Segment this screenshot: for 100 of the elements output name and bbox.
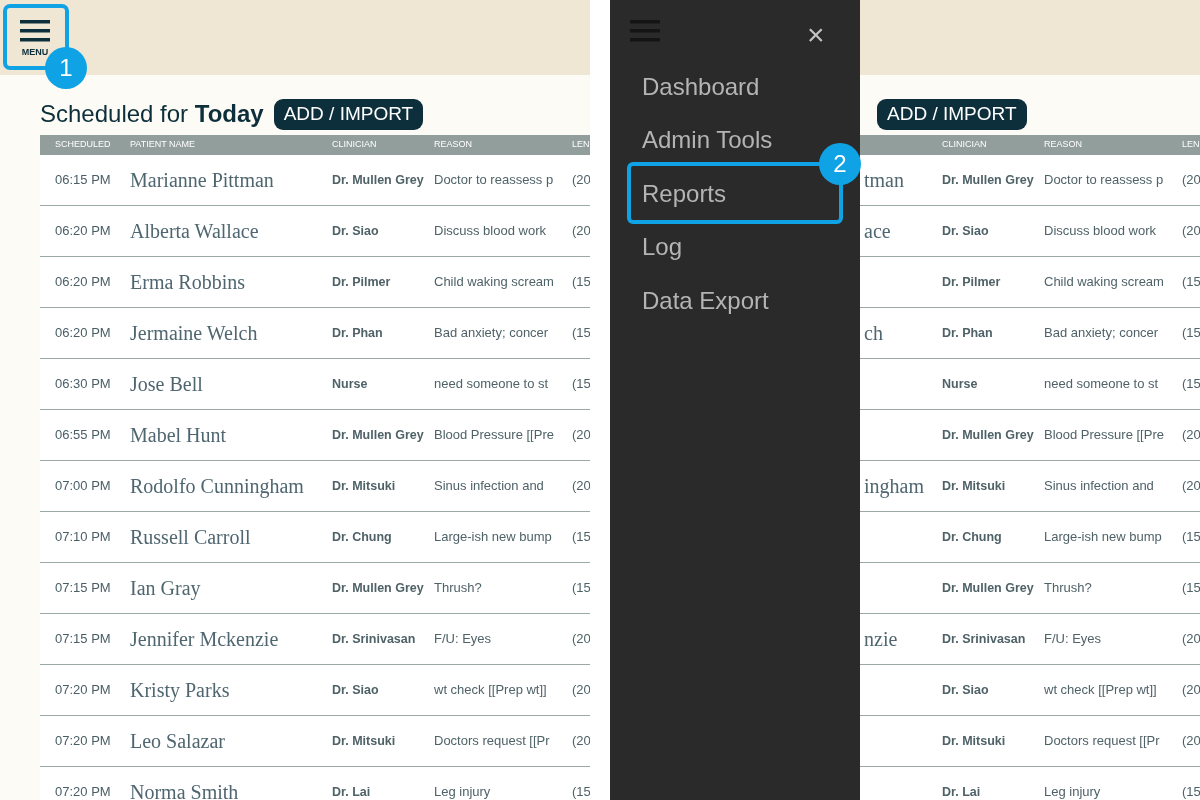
reason-cell-text: Thrush? — [1044, 579, 1093, 598]
patient-name[interactable]: Jose Bell — [130, 369, 332, 399]
step-badge: 2 — [819, 143, 861, 185]
clinician-cell-text: Dr. Mitsuki — [332, 732, 397, 750]
reason-cell-text: need someone to st — [1044, 375, 1160, 394]
patient-name[interactable]: Leo Salazar — [130, 726, 332, 756]
length-cell-text: (15 — [572, 324, 590, 343]
page-title: Scheduled for Today — [40, 99, 264, 129]
length-cell-text: (20 — [1182, 426, 1200, 445]
length-cell-text: (20 — [1182, 630, 1200, 649]
patient-name[interactable]: Jennifer Mckenzie — [130, 624, 332, 654]
clinician-cell-text: Dr. Mullen Grey — [942, 579, 1035, 597]
reason-cell-text: Leg injury — [434, 783, 492, 800]
add-import-button[interactable]: ADD / IMPORT — [877, 98, 1027, 130]
clinician-cell-text: Dr. Mitsuki — [332, 477, 397, 495]
reason-cell-text: Leg injury — [1044, 783, 1102, 800]
clinician-cell-text: Dr. Siao — [942, 681, 990, 699]
menu-item[interactable]: Data Export — [642, 282, 769, 319]
length-cell-text: (15 — [1182, 273, 1200, 292]
patient-name[interactable]: Rodolfo Cunningham — [130, 471, 332, 501]
reason-cell-text: Child waking scream — [434, 273, 555, 292]
length-cell-text: (15 — [1182, 528, 1200, 547]
reason-cell-text: F/U: Eyes — [434, 630, 493, 649]
length-cell-text: (15 — [1182, 579, 1200, 598]
patient-name[interactable]: Ian Gray — [130, 573, 332, 603]
patient-name[interactable]: ingham — [864, 475, 924, 497]
column-header: LEN — [1182, 138, 1200, 152]
clinician-cell-text: Dr. Mullen Grey — [332, 579, 425, 597]
reason-cell-text: Discuss blood work — [1044, 222, 1157, 241]
length-cell-text: (20 — [1182, 681, 1200, 700]
patient-name[interactable]: Erma Robbins — [130, 267, 332, 297]
reason-cell-text: Doctors request [[Pr — [1044, 732, 1161, 751]
time-cell-text: 07:20 PM — [55, 783, 112, 800]
patient-name[interactable]: ch — [864, 322, 883, 344]
menu-item[interactable]: Admin Tools — [642, 122, 773, 159]
patient-name[interactable]: Alberta Wallace — [130, 216, 332, 246]
clinician-cell-text: Dr. Siao — [332, 222, 380, 240]
time-cell-text: 06:20 PM — [55, 324, 112, 343]
clinician-cell-text: Dr. Pilmer — [942, 273, 1002, 291]
length-cell-text: (20 — [572, 630, 590, 649]
patient-name[interactable]: Jermaine Welch — [130, 318, 332, 348]
patient-name[interactable]: Mabel Hunt — [130, 420, 332, 450]
column-header: CLINICIAN — [942, 138, 988, 152]
menu-item[interactable]: Dashboard — [642, 68, 760, 105]
column-header: CLINICIAN — [332, 138, 378, 152]
clinician-cell-text: Dr. Mullen Grey — [942, 426, 1035, 444]
length-cell-text: (15 — [572, 273, 590, 292]
clinician-cell-text: Dr. Srinivasan — [332, 630, 417, 648]
clinician-cell-text: Dr. Mitsuki — [942, 477, 1007, 495]
time-cell-text: 07:10 PM — [55, 528, 112, 547]
menu-icon — [20, 20, 50, 42]
clinician-cell-text: Dr. Siao — [942, 222, 990, 240]
patient-name[interactable]: Kristy Parks — [130, 675, 332, 705]
length-cell-text: (20 — [572, 171, 590, 190]
clinician-cell-text: Dr. Mullen Grey — [942, 171, 1035, 189]
column-header: PATIENT NAME — [130, 138, 196, 152]
reason-cell-text: Doctors request [[Pr — [434, 732, 551, 751]
patient-name[interactable]: Norma Smith — [130, 777, 332, 800]
length-cell-text: (15 — [572, 528, 590, 547]
reason-cell-text: wt check [[Prep wt]] — [1044, 681, 1158, 700]
patient-name[interactable]: nzie — [864, 628, 898, 650]
time-cell-text: 06:30 PM — [55, 375, 112, 394]
clinician-cell-text: Dr. Lai — [942, 783, 982, 800]
clinician-cell-text: Dr. Mullen Grey — [332, 171, 425, 189]
close-button[interactable]: × — [807, 20, 825, 50]
add-import-button[interactable]: ADD / IMPORT — [273, 98, 424, 130]
patient-name[interactable]: ace — [864, 220, 891, 242]
patient-name[interactable]: Marianne Pittman — [130, 165, 332, 195]
length-cell-text: (20 — [1182, 477, 1200, 496]
clinician-cell-text: Nurse — [332, 375, 369, 393]
reason-cell-text: F/U: Eyes — [1044, 630, 1103, 649]
clinician-cell-text: Dr. Siao — [332, 681, 380, 699]
clinician-cell-text: Nurse — [942, 375, 979, 393]
length-cell-text: (15 — [572, 375, 590, 394]
reason-cell-text: Child waking scream — [1044, 273, 1165, 292]
column-header: SCHEDULED — [55, 138, 112, 152]
length-cell-text: (15 — [1182, 324, 1200, 343]
clinician-cell-text: Dr. Phan — [332, 324, 384, 342]
clinician-cell-text: Dr. Lai — [332, 783, 372, 800]
length-cell-text: (15 — [1182, 783, 1200, 800]
length-cell-text: (20 — [572, 681, 590, 700]
length-cell-text: (20 — [572, 732, 590, 751]
clinician-cell-text: Dr. Phan — [942, 324, 994, 342]
length-cell-text: (15 — [572, 579, 590, 598]
clinician-cell-text: Dr. Chung — [942, 528, 1003, 546]
clinician-cell-text: Dr. Mullen Grey — [332, 426, 425, 444]
menu-item[interactable]: Log — [642, 229, 683, 266]
time-cell-text: 06:55 PM — [55, 426, 112, 445]
menu-item[interactable]: Reports — [642, 175, 727, 212]
patient-name[interactable]: tman — [864, 169, 904, 191]
reason-cell-text: Large-ish new bump — [434, 528, 553, 547]
time-cell-text: 07:20 PM — [55, 681, 112, 700]
patient-name[interactable]: Russell Carroll — [130, 522, 332, 552]
reason-cell-text: wt check [[Prep wt]] — [434, 681, 548, 700]
time-cell-text: 06:15 PM — [55, 171, 112, 190]
clinician-cell-text: Dr. Mitsuki — [942, 732, 1007, 750]
length-cell-text: (20 — [1182, 171, 1200, 190]
clinician-cell-text: Dr. Srinivasan — [942, 630, 1027, 648]
length-cell-text: (20 — [1182, 732, 1200, 751]
length-cell-text: (15 — [572, 783, 590, 800]
